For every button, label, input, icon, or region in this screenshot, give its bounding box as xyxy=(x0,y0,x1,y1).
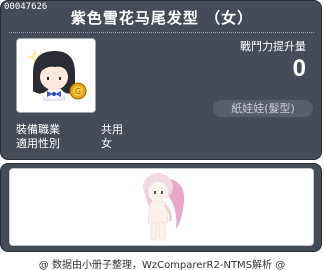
item-title: 紫色雪花马尾发型 （女） xyxy=(70,9,254,27)
item-info-panel: 00047626 紫色雪花马尾发型 （女） G 戰鬥力提升量 0 紙娃娃(髮型)… xyxy=(0,0,322,160)
item-tooltip: 00047626 紫色雪花马尾发型 （女） G 戰鬥力提升量 0 紙娃娃(髮型)… xyxy=(0,0,324,270)
gender-value: 女 xyxy=(101,137,112,150)
character-preview-icon xyxy=(9,168,314,246)
title-divider xyxy=(9,32,314,33)
hair-item-icon-graphic: G xyxy=(17,39,95,112)
category-badge: 紙娃娃(髮型) xyxy=(213,100,313,117)
gender-label: 適用性別 xyxy=(16,137,60,150)
hair-item-icon: G xyxy=(16,38,96,113)
gender-row: 適用性別 女 xyxy=(16,135,112,151)
power-boost-label: 戰鬥力提升量 xyxy=(240,40,306,53)
svg-text:G: G xyxy=(75,87,81,96)
footer-credit: @ 数据由小册子整理，WzComparerR2-NTMS解析 @ xyxy=(38,260,286,270)
power-boost-value: 0 xyxy=(292,55,306,82)
preview-panel xyxy=(0,163,322,252)
character-preview-graphic xyxy=(10,169,313,245)
